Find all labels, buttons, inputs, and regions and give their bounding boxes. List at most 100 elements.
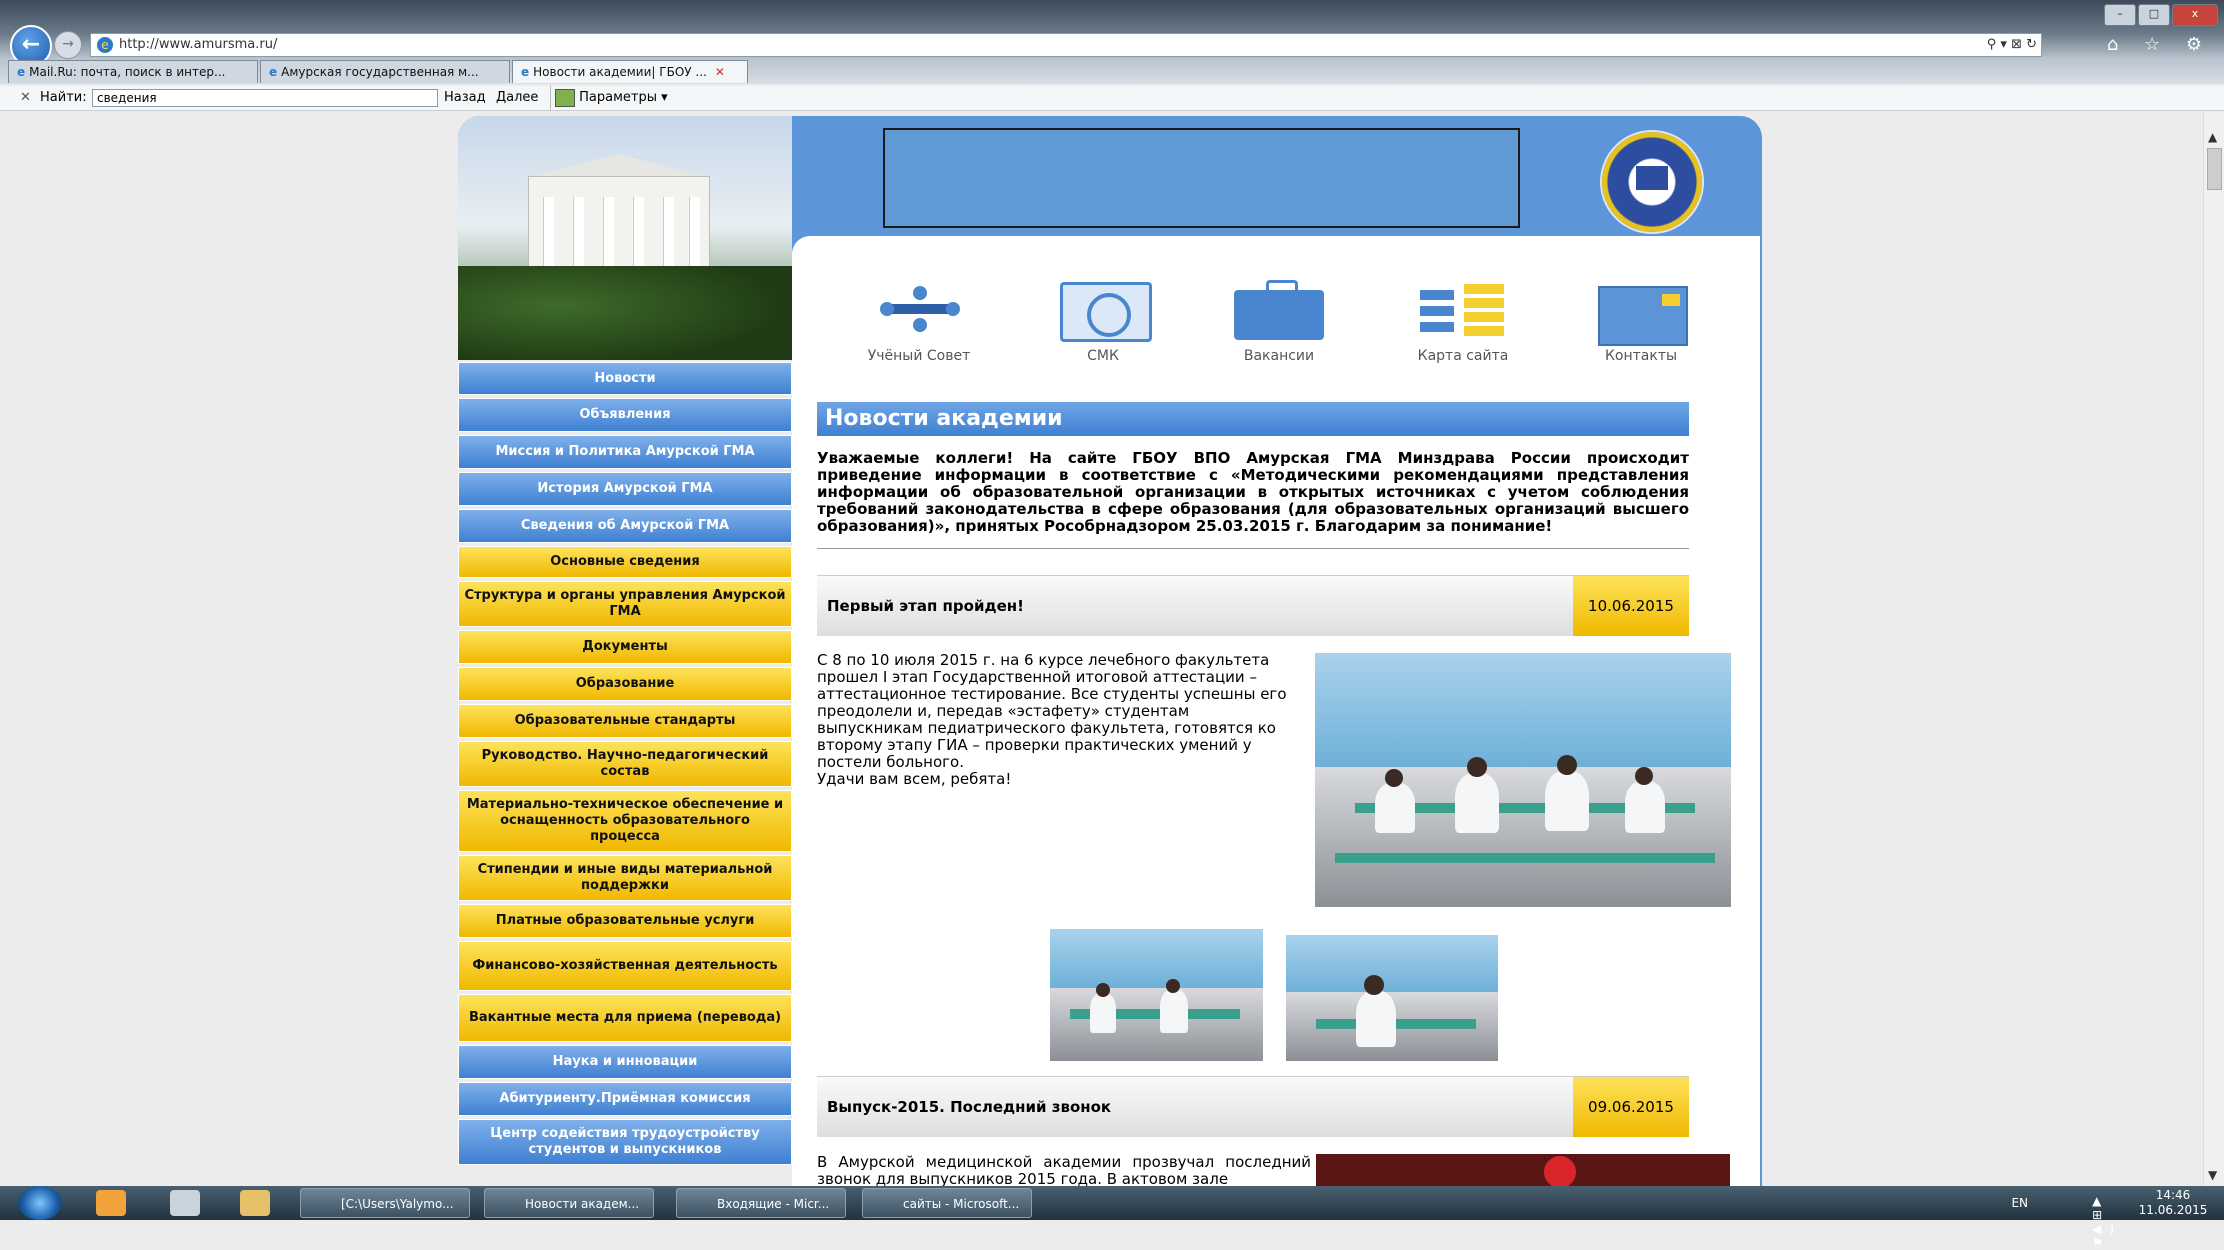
post-text: В Амурской медицинской академии прозвуча… (817, 1153, 1311, 1187)
tab-strip: e Mail.Ru: почта, поиск в интер... e Амурс… (8, 60, 750, 84)
ie-icon: e (17, 65, 26, 79)
crest-building-icon (1636, 166, 1668, 190)
post-header[interactable]: Выпуск-2015. Последний звонок 09.06.2015 (817, 1076, 1689, 1137)
tab-amursma[interactable]: e Амурская государственная м... (260, 60, 510, 83)
scroll-up-icon[interactable]: ▲ (2208, 130, 2217, 144)
menu-education[interactable]: Образование (458, 667, 792, 701)
menu-finance[interactable]: Финансово-хозяйственная деятельность (458, 941, 792, 991)
taskbar-button-ie[interactable]: Новости академ... (484, 1188, 654, 1218)
balloon (1544, 1156, 1576, 1186)
graduation-photo[interactable] (1316, 1154, 1730, 1186)
close-window-button[interactable]: x (2172, 4, 2218, 26)
clock[interactable]: 14:46 11.06.2015 (2138, 1188, 2208, 1218)
site-page: Учёный Совет СМК Вакансии Карта сайта Ко… (458, 116, 1762, 1186)
clock-date: 11.06.2015 (2138, 1203, 2208, 1217)
students-photo-small-1[interactable] (1050, 929, 1263, 1061)
menu-facilities[interactable]: Материально-техническое обеспечение и ос… (458, 790, 792, 852)
quick-link-label: Контакты (1604, 348, 1678, 364)
menu-news[interactable]: Новости (458, 362, 792, 395)
close-tab-icon[interactable]: ✕ (715, 65, 725, 79)
post-date: 10.06.2015 (1573, 576, 1689, 636)
url-text: http://www.amursma.ru/ (119, 37, 278, 52)
ie-icon: e (521, 65, 530, 79)
scroll-down-icon[interactable]: ▼ (2208, 1168, 2217, 1182)
menu-info[interactable]: Сведения об Амурской ГМА (458, 509, 792, 543)
browser-chrome: – □ x ← → e http://www.amursma.ru/ ⚲ ▾ ⊠ … (0, 0, 2224, 84)
tab-label: Новости академии| ГБОУ ... (533, 65, 707, 79)
tab-label: Mail.Ru: почта, поиск в интер... (29, 65, 226, 79)
language-indicator[interactable]: EN (2011, 1196, 2028, 1210)
ie-icon: e (97, 37, 113, 53)
find-options-label: Параметры ▾ (579, 90, 668, 105)
ie-icon: e (269, 65, 278, 79)
menu-history[interactable]: История Амурской ГМА (458, 472, 792, 506)
quick-link-label: Карта сайта (1417, 348, 1509, 364)
quick-link-label: Вакансии (1243, 348, 1315, 364)
envelope-icon (1598, 286, 1688, 346)
maximize-button[interactable]: □ (2138, 4, 2170, 26)
students-exam-photo[interactable] (1315, 653, 1731, 907)
start-button[interactable] (18, 1186, 62, 1220)
post-header[interactable]: Первый этап пройден! 10.06.2015 (817, 575, 1689, 636)
tab-mailru[interactable]: e Mail.Ru: почта, поиск в интер... (8, 60, 258, 83)
header-banner (883, 128, 1520, 228)
menu-standards[interactable]: Образовательные стандарты (458, 704, 792, 738)
sitemap-icon (1420, 284, 1506, 340)
tab-news-active[interactable]: e Новости академии| ГБОУ ... ✕ (512, 60, 748, 83)
taskbar-button-explorer[interactable]: [C:\Users\Yalymo... (300, 1188, 470, 1218)
smk-icon (1060, 282, 1152, 342)
find-input[interactable]: сведения (92, 89, 438, 107)
left-menu: Новости Объявления Миссия и Политика Аму… (458, 362, 792, 1168)
media-player-icon[interactable] (96, 1190, 126, 1216)
divider (817, 548, 1689, 549)
menu-basic-info[interactable]: Основные сведения (458, 546, 792, 578)
address-bar[interactable]: e http://www.amursma.ru/ ⚲ ▾ ⊠ ↻ (90, 33, 2042, 57)
students-photo-small-2[interactable] (1286, 935, 1498, 1061)
post-paragraph: Удачи вам всем, ребята! (817, 770, 1012, 788)
notice-text: Уважаемые коллеги! На сайте ГБОУ ВПО Аму… (817, 449, 1689, 535)
minimize-button[interactable]: – (2104, 4, 2136, 26)
close-find-icon[interactable]: ✕ (20, 86, 31, 110)
explorer-icon[interactable] (240, 1190, 270, 1216)
address-tools[interactable]: ⚲ ▾ ⊠ ↻ (1987, 34, 2037, 56)
post-text: С 8 по 10 июля 2015 г. на 6 курсе лечебн… (817, 652, 1297, 788)
vertical-scrollbar[interactable]: ▲ ▼ (2203, 112, 2224, 1186)
tray-icons[interactable]: ▲ ⊞ ◀) ⚑ (2092, 1194, 2122, 1250)
window-controls: – □ x (2104, 4, 2218, 26)
calculator-icon[interactable] (170, 1190, 200, 1216)
taskbar-button-word[interactable]: сайты - Microsoft... (862, 1188, 1032, 1218)
find-options-button[interactable]: Параметры ▾ (550, 86, 668, 110)
post-title[interactable]: Первый этап пройден! (827, 576, 1024, 636)
menu-admission[interactable]: Абитуриенту.Приёмная комиссия (458, 1082, 792, 1116)
quick-link-label: Учёный Совет (867, 348, 971, 364)
find-bar: ✕ Найти: сведения Назад Далее Параметры … (0, 86, 2224, 111)
scroll-thumb[interactable] (2207, 148, 2222, 190)
clock-time: 14:46 (2155, 1188, 2191, 1202)
academy-crest-logo[interactable] (1600, 130, 1704, 234)
post-paragraph: С 8 по 10 июля 2015 г. на 6 курсе лечебн… (817, 651, 1287, 771)
menu-staff[interactable]: Руководство. Научно-педагогический соста… (458, 741, 792, 787)
tab-label: Амурская государственная м... (281, 65, 479, 79)
trees (458, 266, 792, 360)
menu-announcements[interactable]: Объявления (458, 398, 792, 432)
news-heading: Новости академии (817, 402, 1689, 436)
post-date: 09.06.2015 (1573, 1077, 1689, 1137)
menu-paid-services[interactable]: Платные образовательные услуги (458, 904, 792, 938)
menu-science[interactable]: Наука и инновации (458, 1045, 792, 1079)
post-title[interactable]: Выпуск-2015. Последний звонок (827, 1077, 1111, 1137)
menu-mission[interactable]: Миссия и Политика Амурской ГМА (458, 435, 792, 469)
find-next-button[interactable]: Далее (496, 86, 538, 110)
menu-structure[interactable]: Структура и органы управления Амурской Г… (458, 581, 792, 627)
council-icon (880, 286, 960, 336)
home-favorites-tools-icons[interactable]: ⌂ ☆ ⚙ (2107, 34, 2212, 55)
menu-career-center[interactable]: Центр содействия трудоустройству студент… (458, 1119, 792, 1165)
menu-documents[interactable]: Документы (458, 630, 792, 664)
menu-vacant-places[interactable]: Вакантные места для приема (перевода) (458, 994, 792, 1042)
building-photo (458, 116, 792, 360)
taskbar-button-outlook[interactable]: Входящие - Micr... (676, 1188, 846, 1218)
find-label: Найти: (40, 90, 87, 105)
find-prev-button[interactable]: Назад (444, 86, 486, 110)
menu-scholarships[interactable]: Стипендии и иные виды материальной подде… (458, 855, 792, 901)
briefcase-icon (1234, 280, 1324, 340)
forward-button[interactable]: → (54, 31, 82, 59)
